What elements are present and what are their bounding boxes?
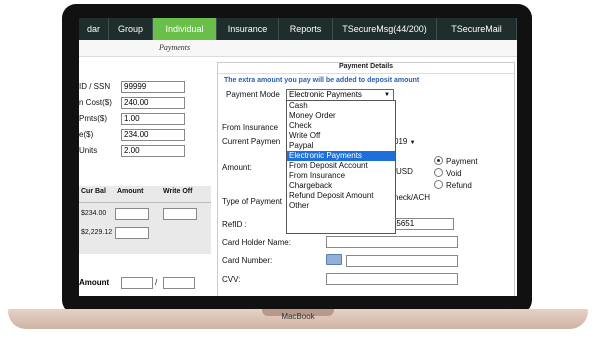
option-chargeback[interactable]: Chargeback [287,181,395,191]
option-from-deposit-account[interactable]: From Deposit Account [287,161,395,171]
balance-input[interactable]: 234.00 [121,129,185,141]
amount-label: Amount [79,278,110,287]
nav-calendar[interactable]: dar [79,18,109,40]
select-arrow-icon: ▼ [409,140,416,146]
current-payment-label: Current Paymen [222,137,281,146]
option-electronic-payments[interactable]: Electronic Payments [287,151,395,161]
payment-mode-value: Electronic Payments [289,90,362,99]
from-insurance-label: From Insurance [222,123,279,132]
option-refund-deposit-amount[interactable]: Refund Deposit Amount [287,191,395,201]
nav-reports[interactable]: Reports [279,18,333,40]
current-payment-select[interactable]: 019 ▼ [394,137,416,146]
nav-individual[interactable]: Individual [153,18,217,40]
amount-input-2[interactable] [163,277,195,289]
nav-tsecuremsg[interactable]: TSecureMsg(44/200) [333,18,437,40]
cvv-label: CVV: [222,275,241,284]
radio-void[interactable]: Void [434,168,462,178]
credit-card-icon [326,254,342,265]
grid-header-curbal: Cur Bal [81,188,106,195]
radio-payment[interactable]: Payment [434,156,478,166]
field-label-balance: e($) [79,130,94,139]
nav-group[interactable]: Group [109,18,153,40]
grid-row-1-amount-input[interactable] [115,208,149,220]
cvv-input[interactable] [326,273,458,285]
dropdown-arrow-icon: ▼ [384,92,390,98]
left-form: ID / SSN 99999 n Cost($) 240.00 Pmts($) … [79,62,211,296]
grid-row-1-balance: $234.00 [81,210,107,217]
amount-input-1[interactable] [121,277,153,289]
radio-dot-icon [434,168,443,177]
refid-label: RefID : [222,220,247,229]
deposit-note: The extra amount you pay will be added t… [224,77,420,84]
payment-mode-dropdown: Cash Money Order Check Write Off Paypal … [286,100,396,234]
field-label-cost: n Cost($) [79,98,112,107]
amount-separator: / [155,278,158,287]
nav-insurance[interactable]: Insurance [217,18,279,40]
option-cash[interactable]: Cash [287,101,395,111]
radio-refund-label: Refund [446,181,472,190]
current-payment-value: 019 [394,137,408,146]
type-of-payment-value: heck/ACH [394,193,431,202]
balance-grid: Cur Bal Amount Write Off $234.00 $2,229.… [79,186,211,254]
grid-row-2-balance: $2,229.12 [81,229,113,236]
radio-void-label: Void [446,169,462,178]
option-write-off[interactable]: Write Off [287,131,395,141]
grid-row-2-amount-input[interactable] [115,227,149,239]
field-label-units: Units [79,146,98,155]
top-nav: dar Group Individual Insurance Reports T… [79,18,517,40]
screen: dar Group Individual Insurance Reports T… [79,18,517,296]
nav-tsecuremail[interactable]: TSecureMail [437,18,517,40]
grid-header-writeoff: Write Off [163,188,193,195]
field-label-pmts: Pmts($) [79,114,107,123]
grid-divider [79,202,211,203]
amount-label: Amount: [222,163,252,172]
option-other[interactable]: Other [287,201,395,211]
payment-mode-label: Payment Mode [226,90,280,99]
grid-row-1-writeoff-input[interactable] [163,208,197,220]
radio-dot-icon [434,180,443,189]
units-input[interactable]: 2.00 [121,145,185,157]
card-holder-input[interactable] [326,236,458,248]
radio-dot-icon [434,156,443,165]
cost-input[interactable]: 240.00 [121,97,185,109]
type-of-payment-label: Type of Payment [222,197,283,206]
option-money-order[interactable]: Money Order [287,111,395,121]
payment-details-panel: Payment Details The extra amount you pay… [217,62,515,296]
currency-label: USD [396,167,413,176]
radio-refund[interactable]: Refund [434,180,472,190]
option-from-insurance[interactable]: From Insurance [287,171,395,181]
field-label-id: ID / SSN [79,82,111,91]
card-holder-label: Card Holder Name: [222,238,291,247]
panel-title: Payment Details [218,63,514,74]
radio-payment-label: Payment [446,157,478,166]
id-ssn-input[interactable]: 99999 [121,81,185,93]
option-paypal[interactable]: Paypal [287,141,395,151]
card-number-label: Card Number: [222,256,273,265]
card-number-input[interactable] [346,255,458,267]
sub-header: Payments [79,40,517,57]
device-label: MacBook [281,312,315,321]
pmts-input[interactable]: 1.00 [121,113,185,125]
page-title: Payments [159,43,191,52]
grid-header-amount: Amount [117,188,144,195]
option-check[interactable]: Check [287,121,395,131]
